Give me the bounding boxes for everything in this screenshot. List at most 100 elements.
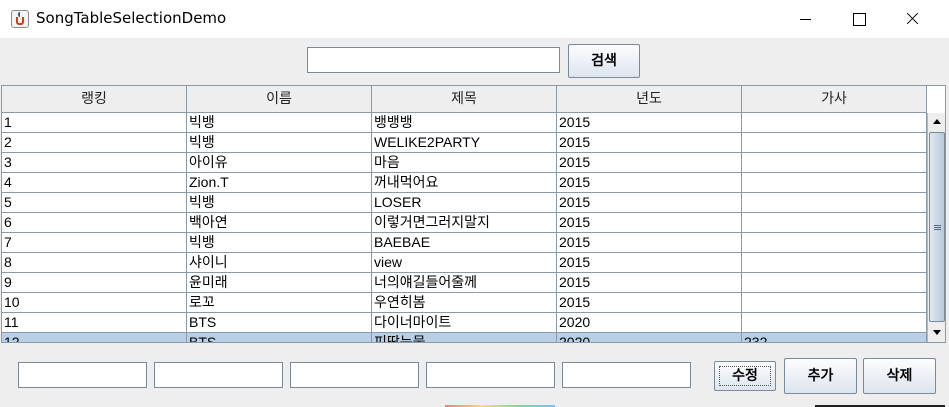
column-header-year[interactable]: 년도 (557, 86, 742, 112)
cell-title[interactable]: 다이너마이트 (372, 313, 557, 332)
column-header-name[interactable]: 이름 (187, 86, 372, 112)
cell-name[interactable]: 빅뱅 (187, 113, 372, 132)
cell-name[interactable]: BTS (187, 333, 372, 342)
edit-button[interactable]: 수정 (714, 361, 776, 391)
cell-rank[interactable]: 1 (2, 113, 187, 132)
table-row[interactable]: 7 빅뱅 BAEBAE 2015 (2, 233, 927, 253)
cell-title[interactable]: 이렇거면그러지말지 (372, 213, 557, 232)
cell-year[interactable]: 2015 (557, 173, 742, 192)
scroll-up-arrow-icon[interactable] (929, 114, 945, 130)
delete-button[interactable]: 삭제 (863, 358, 936, 394)
add-button[interactable]: 추가 (784, 358, 857, 394)
cell-lyrics[interactable] (742, 133, 927, 152)
cell-name[interactable]: 윤미래 (187, 273, 372, 292)
cell-rank[interactable]: 7 (2, 233, 187, 252)
table-body: 1 빅뱅 뱅뱅뱅 2015 2 빅뱅 WELIKE2PARTY 2015 3 아이유 마음 2015 4… (2, 113, 927, 342)
cell-rank[interactable]: 10 (2, 293, 187, 312)
year-field[interactable] (426, 362, 555, 388)
table-row[interactable]: 10 로꼬 우연히봄 2015 (2, 293, 927, 313)
column-header-title[interactable]: 제목 (372, 86, 557, 112)
scroll-thumb[interactable] (929, 132, 945, 322)
cell-year[interactable]: 2015 (557, 133, 742, 152)
cell-lyrics[interactable]: 232 (742, 333, 927, 342)
table-row[interactable]: 5 빅뱅 LOSER 2015 (2, 193, 927, 213)
cell-lyrics[interactable] (742, 273, 927, 292)
maximize-button[interactable] (832, 0, 886, 38)
cell-lyrics[interactable] (742, 293, 927, 312)
cell-year[interactable]: 2020 (557, 313, 742, 332)
cell-title[interactable]: 우연히봄 (372, 293, 557, 312)
cell-name[interactable]: 아이유 (187, 153, 372, 172)
cell-title[interactable]: BAEBAE (372, 233, 557, 252)
close-button[interactable] (886, 0, 940, 38)
table-row[interactable]: 3 아이유 마음 2015 (2, 153, 927, 173)
cell-name[interactable]: 빅뱅 (187, 233, 372, 252)
cell-year[interactable]: 2015 (557, 293, 742, 312)
content-panel: 검색 랭킹 이름 제목 년도 가사 1 빅뱅 뱅뱅뱅 2015 2 빅뱅 WELIKE2PA… (0, 38, 949, 407)
cell-name[interactable]: 빅뱅 (187, 193, 372, 212)
cell-name[interactable]: 로꼬 (187, 293, 372, 312)
cell-year[interactable]: 2015 (557, 213, 742, 232)
title-field[interactable] (290, 362, 419, 388)
cell-year[interactable]: 2015 (557, 273, 742, 292)
cell-title[interactable]: 꺼내먹어요 (372, 173, 557, 192)
song-table: 랭킹 이름 제목 년도 가사 1 빅뱅 뱅뱅뱅 2015 2 빅뱅 WELIKE2PARTY… (1, 85, 946, 343)
table-row[interactable]: 12 BTS 피땀눈물 2020 232 (2, 333, 927, 342)
name-field[interactable] (154, 362, 283, 388)
cell-title[interactable]: LOSER (372, 193, 557, 212)
cell-title[interactable]: 피땀눈물 (372, 333, 557, 342)
cell-rank[interactable]: 8 (2, 253, 187, 272)
search-input[interactable] (307, 47, 560, 73)
cell-title[interactable]: view (372, 253, 557, 272)
table-row[interactable]: 11 BTS 다이너마이트 2020 (2, 313, 927, 333)
cell-name[interactable]: 빅뱅 (187, 133, 372, 152)
rank-field[interactable] (18, 362, 147, 388)
cell-year[interactable]: 2015 (557, 233, 742, 252)
cell-rank[interactable]: 2 (2, 133, 187, 152)
cell-title[interactable]: 마음 (372, 153, 557, 172)
cell-lyrics[interactable] (742, 253, 927, 272)
minimize-button[interactable] (778, 0, 832, 38)
table-row[interactable]: 8 샤이니 view 2015 (2, 253, 927, 273)
cell-rank[interactable]: 3 (2, 153, 187, 172)
window-title: SongTableSelectionDemo (36, 9, 227, 27)
cell-rank[interactable]: 12 (2, 333, 187, 342)
scroll-down-arrow-icon[interactable] (929, 324, 945, 340)
cell-lyrics[interactable] (742, 213, 927, 232)
cell-lyrics[interactable] (742, 113, 927, 132)
cell-rank[interactable]: 5 (2, 193, 187, 212)
vertical-scrollbar[interactable] (927, 113, 945, 342)
table-row[interactable]: 1 빅뱅 뱅뱅뱅 2015 (2, 113, 927, 133)
cell-title[interactable]: WELIKE2PARTY (372, 133, 557, 152)
cell-title[interactable]: 뱅뱅뱅 (372, 113, 557, 132)
cell-lyrics[interactable] (742, 153, 927, 172)
cell-year[interactable]: 2020 (557, 333, 742, 342)
cell-rank[interactable]: 11 (2, 313, 187, 332)
cell-rank[interactable]: 4 (2, 173, 187, 192)
column-header-lyrics[interactable]: 가사 (742, 86, 927, 112)
cell-lyrics[interactable] (742, 313, 927, 332)
cell-name[interactable]: Zion.T (187, 173, 372, 192)
column-header-rank[interactable]: 랭킹 (2, 86, 187, 112)
cell-rank[interactable]: 9 (2, 273, 187, 292)
cell-name[interactable]: BTS (187, 313, 372, 332)
table-row[interactable]: 2 빅뱅 WELIKE2PARTY 2015 (2, 133, 927, 153)
search-button[interactable]: 검색 (568, 44, 640, 78)
cell-year[interactable]: 2015 (557, 153, 742, 172)
table-row[interactable]: 6 백아연 이렇거면그러지말지 2015 (2, 213, 927, 233)
cell-title[interactable]: 너의얘길들어줄께 (372, 273, 557, 292)
table-row[interactable]: 4 Zion.T 꺼내먹어요 2015 (2, 173, 927, 193)
cell-name[interactable]: 백아연 (187, 213, 372, 232)
java-cup-icon (11, 10, 29, 28)
cell-year[interactable]: 2015 (557, 193, 742, 212)
cell-name[interactable]: 샤이니 (187, 253, 372, 272)
title-bar: SongTableSelectionDemo (0, 0, 949, 38)
cell-lyrics[interactable] (742, 173, 927, 192)
cell-year[interactable]: 2015 (557, 113, 742, 132)
cell-year[interactable]: 2015 (557, 253, 742, 272)
lyrics-field[interactable] (562, 362, 691, 388)
cell-lyrics[interactable] (742, 233, 927, 252)
cell-rank[interactable]: 6 (2, 213, 187, 232)
table-row[interactable]: 9 윤미래 너의얘길들어줄께 2015 (2, 273, 927, 293)
cell-lyrics[interactable] (742, 193, 927, 212)
